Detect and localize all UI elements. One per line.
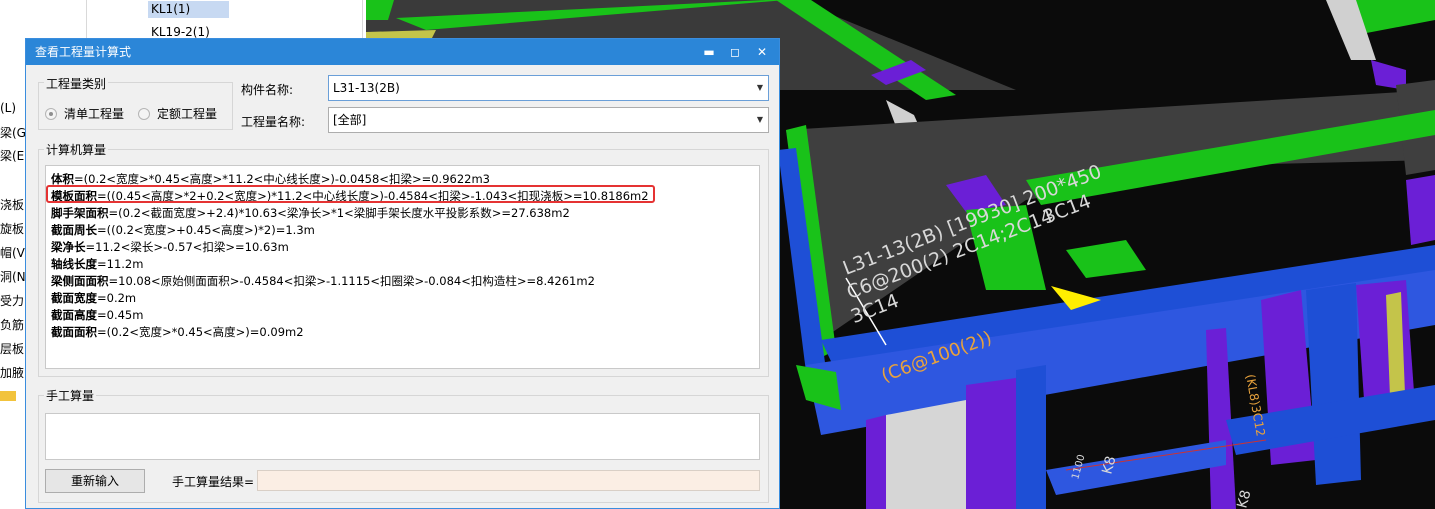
calc-line-formula: =0.45m <box>97 308 144 322</box>
dialog-title: 查看工程量计算式 <box>35 45 132 59</box>
radio-dot-selected <box>45 107 57 120</box>
calc-line-section-area[interactable]: 截面面积=(0.2<宽度>*0.45<高度>)=0.09m2 <box>51 324 304 341</box>
tree-divider <box>86 0 87 40</box>
calc-line-name: 截面周长 <box>51 223 97 237</box>
calc-line-name: 截面高度 <box>51 308 97 322</box>
radio-bill-quantity[interactable]: 清单工程量 <box>45 105 124 122</box>
quantity-type-label: 工程量类别 <box>44 75 109 92</box>
calc-group-label: 计算机算量 <box>44 141 109 158</box>
calc-line-name: 轴线长度 <box>51 257 97 271</box>
minimize-button[interactable]: ▬ <box>698 42 720 62</box>
side-item-10[interactable]: 加腋 <box>0 365 24 381</box>
calc-line-name: 梁侧面面积 <box>51 274 109 288</box>
quantity-name-value: [全部] <box>333 113 367 127</box>
calc-line-name: 脚手架面积 <box>51 206 109 220</box>
calc-line-net-length[interactable]: 梁净长=11.2<梁长>-0.57<扣梁>=10.63m <box>51 239 289 256</box>
column-purple-2 <box>966 378 1016 509</box>
beam-corner-green <box>796 365 841 410</box>
k8-annotation-2: K8 <box>1234 488 1254 509</box>
side-item-7[interactable]: 受力 <box>0 293 24 309</box>
column-purple-6 <box>1406 175 1435 245</box>
calc-line-name: 体积 <box>51 172 74 186</box>
column-blue-1 <box>1016 365 1046 509</box>
manual-group-label: 手工算量 <box>44 387 97 404</box>
calc-line-formula: =(0.2<截面宽度>+2.4)*10.63<梁净长>*1<梁脚手架长度水平投影… <box>108 206 570 220</box>
side-item-8[interactable]: 负筋 <box>0 317 24 333</box>
column-grey <box>886 400 966 509</box>
calc-line-name: 截面面积 <box>51 325 97 339</box>
radio-quota-quantity[interactable]: 定额工程量 <box>138 105 217 122</box>
calc-line-formula: =11.2<梁长>-0.57<扣梁>=10.63m <box>85 240 289 254</box>
radio-quota-quantity-label: 定额工程量 <box>157 107 218 121</box>
component-name-select[interactable]: L31-13(2B) ▼ <box>328 75 769 101</box>
dialog-titlebar[interactable]: 查看工程量计算式 ▬ ◻ ✕ <box>26 39 779 65</box>
component-name-label: 构件名称: <box>241 83 294 97</box>
quantity-name-select[interactable]: [全部] ▼ <box>328 107 769 133</box>
calc-line-formula: =11.2m <box>97 257 144 271</box>
calc-line-name: 梁净长 <box>51 240 86 254</box>
side-item-9[interactable]: 层板 <box>0 341 24 357</box>
calc-line-section-perimeter[interactable]: 截面周长=((0.2<宽度>+0.45<高度>)*2)=1.3m <box>51 222 315 239</box>
calc-line-side-area[interactable]: 梁侧面面积=10.08<原始侧面面积>-0.4584<扣梁>-1.1115<扣圈… <box>51 273 595 290</box>
calc-line-section-width[interactable]: 截面宽度=0.2m <box>51 290 136 307</box>
manual-result-label: 手工算量结果= <box>172 475 255 489</box>
calc-line-axis-length[interactable]: 轴线长度=11.2m <box>51 256 143 273</box>
side-item-3[interactable]: 浇板 <box>0 197 24 213</box>
close-button[interactable]: ✕ <box>751 42 773 62</box>
k8-label-2: K8 <box>1234 488 1254 509</box>
side-item-6[interactable]: 洞(N <box>0 269 26 285</box>
highlight-annotation-box <box>46 185 655 203</box>
calc-line-name: 截面宽度 <box>51 291 97 305</box>
beam-cross-green-2 <box>1066 240 1146 278</box>
manual-formula-input[interactable] <box>45 413 760 460</box>
manual-result-field <box>257 470 760 491</box>
chevron-down-icon: ▼ <box>756 115 763 124</box>
calc-line-scaffold-area[interactable]: 脚手架面积=(0.2<截面宽度>+2.4)*10.63<梁净长>*1<梁脚手架长… <box>51 205 570 222</box>
tree-item-kl1[interactable]: KL1(1) <box>148 1 229 18</box>
calc-line-formula: =((0.2<宽度>+0.45<高度>)*2)=1.3m <box>97 223 315 237</box>
calc-line-formula: =10.08<原始侧面面积>-0.4584<扣梁>-1.1115<扣圈梁>-0.… <box>108 274 595 288</box>
calc-line-formula: =(0.2<宽度>*0.45<高度>)=0.09m2 <box>97 325 304 339</box>
column-purple-1 <box>866 415 886 509</box>
calc-line-section-height[interactable]: 截面高度=0.45m <box>51 307 143 324</box>
chevron-down-icon: ▼ <box>756 83 763 92</box>
side-item-4[interactable]: 旋板 <box>0 221 24 237</box>
reenter-button[interactable]: 重新输入 <box>45 469 145 493</box>
side-item-0[interactable]: (L) <box>0 100 16 116</box>
component-name-value: L31-13(2B) <box>333 81 400 95</box>
radio-bill-quantity-label: 清单工程量 <box>64 107 125 121</box>
quantity-formula-dialog: 查看工程量计算式 ▬ ◻ ✕ 工程量类别 清单工程量 定额工程量 构件名称: L… <box>25 38 780 509</box>
radio-dot <box>138 107 150 120</box>
side-item-1[interactable]: 梁(G <box>0 125 26 141</box>
calc-line-formula: =(0.2<宽度>*0.45<高度>*11.2<中心线长度>)-0.0458<扣… <box>74 172 490 186</box>
quantity-name-label: 工程量名称: <box>241 115 306 129</box>
calc-line-formula: =0.2m <box>97 291 137 305</box>
side-badge <box>0 391 16 401</box>
maximize-button[interactable]: ◻ <box>724 42 746 62</box>
